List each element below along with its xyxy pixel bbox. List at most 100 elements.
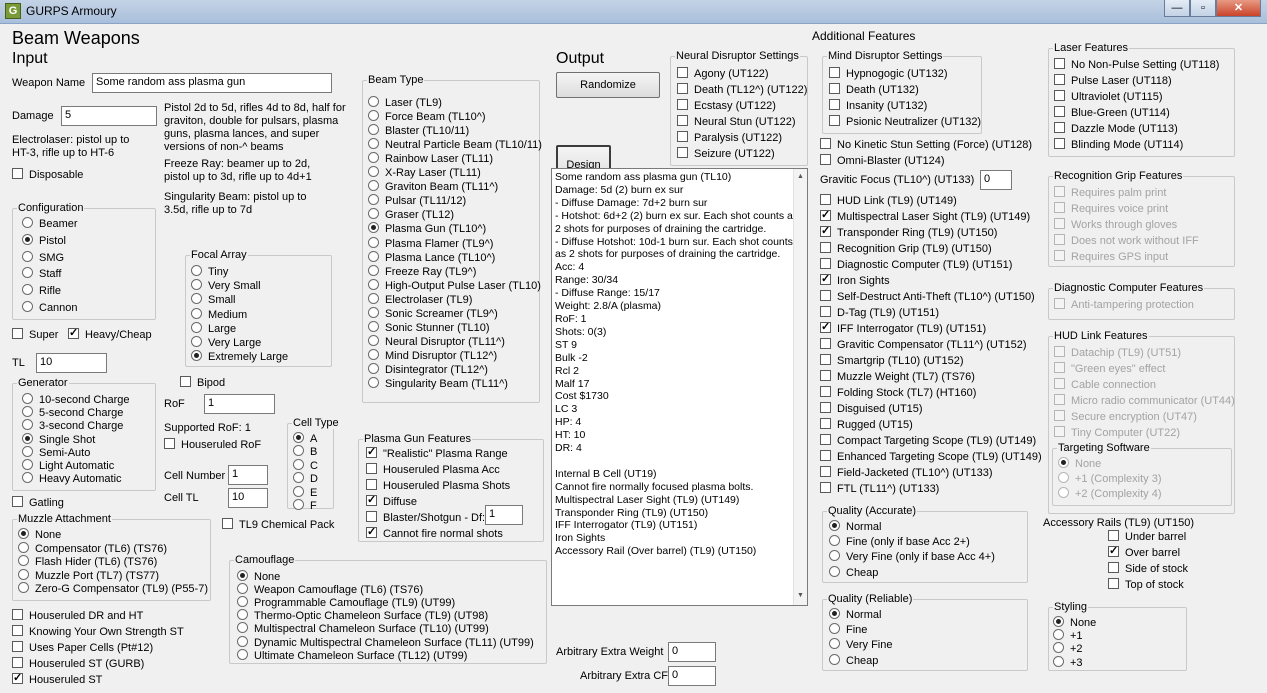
beamtype-option-disintegrator-tl12[interactable]: Disintegrator (TL12^) (368, 362, 488, 377)
neural-agony-ut122-checkbox[interactable]: Agony (UT122) (677, 67, 769, 81)
laser-blinding-mode-ut114-checkbox[interactable]: Blinding Mode (UT114) (1054, 138, 1183, 152)
celltype-option-d[interactable]: D (293, 472, 318, 486)
generator-option-single-shot[interactable]: Single Shot (22, 432, 95, 447)
camo-option-programmable-camouflage-tl9-ut99[interactable]: Programmable Camouflage (TL9) (UT99) (237, 596, 455, 610)
radio-dot[interactable] (368, 320, 379, 332)
folding-stock-tl7-ht160-checkbox[interactable]: Folding Stock (TL7) (HT160) (820, 386, 976, 400)
quality_rel-option-fine[interactable]: Fine (829, 623, 867, 637)
checkbox-box[interactable] (1054, 378, 1065, 389)
radio-dot[interactable] (368, 166, 379, 178)
checkbox-box[interactable] (820, 450, 831, 461)
checkbox-box[interactable] (1054, 122, 1065, 133)
checkbox-box[interactable] (1054, 138, 1065, 149)
rugged-ut15-checkbox[interactable]: Rugged (UT15) (820, 418, 913, 432)
beamtype-option-electrolaser-tl9[interactable]: Electrolaser (TL9) (368, 292, 472, 307)
radio-dot[interactable] (18, 568, 29, 580)
houseruled-st-gurb-checkbox[interactable]: Houseruled ST (GURB) (12, 657, 144, 671)
beamtype-option-freeze-ray-tl9[interactable]: Freeze Ray (TL9^) (368, 264, 476, 279)
radio-dot[interactable] (368, 306, 379, 318)
checkbox-box[interactable] (1054, 410, 1065, 421)
bipod-checkbox[interactable]: Bipod (180, 376, 225, 390)
plasma-realistic-plasma-range-checkbox[interactable]: "Realistic" Plasma Range (366, 445, 508, 461)
radio-dot[interactable] (368, 377, 379, 388)
beamtype-option-blaster-tl10-11[interactable]: Blaster (TL10/11) (368, 124, 469, 138)
focal-option-tiny[interactable]: Tiny (191, 265, 228, 279)
cell-number-input[interactable]: 1 (228, 465, 268, 485)
radio-dot[interactable] (22, 406, 33, 418)
quality_acc-option-very-fine-only-if-base-acc-4[interactable]: Very Fine (only if base Acc 4+) (829, 550, 995, 564)
neural-seizure-ut122-checkbox[interactable]: Seizure (UT122) (677, 147, 775, 161)
tl9-chemical-pack-checkbox[interactable]: TL9 Chemical Pack (222, 518, 334, 532)
ftl-tl11-ut133-checkbox[interactable]: FTL (TL11^) (UT133) (820, 482, 939, 496)
scroll-up-icon[interactable]: ▲ (797, 171, 804, 184)
rail-top-of-stock-checkbox[interactable]: Top of stock (1108, 578, 1184, 592)
radio-dot[interactable] (368, 110, 379, 122)
radio-dot[interactable] (368, 138, 379, 150)
self-destruct-anti-theft-tl10-ut150-checkbox[interactable]: Self-Destruct Anti-Theft (TL10^) (UT150) (820, 290, 1035, 304)
radio-dot[interactable] (18, 555, 29, 567)
muzzle-option-flash-hider-tl6-ts76[interactable]: Flash Hider (TL6) (TS76) (18, 555, 157, 569)
radio-dot[interactable] (1053, 655, 1064, 667)
radio-dot[interactable] (368, 96, 379, 107)
checkbox-box[interactable] (820, 258, 831, 269)
generator-option-10-second-charge[interactable]: 10-second Charge (22, 393, 130, 407)
focal-option-very-small[interactable]: Very Small (191, 279, 261, 293)
checkbox-box[interactable] (829, 99, 840, 110)
beamtype-option-rainbow-laser-tl11[interactable]: Rainbow Laser (TL11) (368, 152, 493, 166)
radio-dot[interactable] (191, 307, 202, 319)
focal-option-medium[interactable]: Medium (191, 307, 247, 322)
camo-option-weapon-camouflage-tl6-ts76[interactable]: Weapon Camouflage (TL6) (TS76) (237, 583, 423, 597)
checkbox-box[interactable] (829, 67, 840, 78)
diffuse-df-input[interactable]: 1 (485, 505, 523, 525)
radio-dot[interactable] (829, 550, 840, 562)
checkbox-box[interactable] (820, 242, 831, 253)
checkbox-box[interactable] (820, 482, 831, 493)
tl-input[interactable]: 10 (36, 353, 107, 373)
configuration-option-staff[interactable]: Staff (22, 267, 61, 281)
checkbox-box[interactable] (366, 525, 377, 539)
configuration-option-cannon[interactable]: Cannon (22, 301, 78, 315)
checkbox-box[interactable] (677, 131, 688, 142)
radio-dot[interactable] (1058, 487, 1069, 498)
focal-option-very-large[interactable]: Very Large (191, 336, 261, 350)
checkbox-box[interactable] (1054, 218, 1065, 229)
radio-dot[interactable] (368, 348, 379, 360)
recognition-grip-tl9-ut150-checkbox[interactable]: Recognition Grip (TL9) (UT150) (820, 242, 992, 256)
neural-ecstasy-ut122-checkbox[interactable]: Ecstasy (UT122) (677, 99, 776, 113)
rail-over-barrel-checkbox[interactable]: Over barrel (1108, 544, 1180, 560)
celltype-option-a[interactable]: A (293, 432, 317, 446)
plasma-cannot-fire-normal-shots-checkbox[interactable]: Cannot fire normal shots (366, 525, 503, 541)
camo-option-dynamic-multispectral-chameleon-surface-[interactable]: Dynamic Multispectral Chameleon Surface … (237, 635, 534, 650)
radio-dot[interactable] (1058, 472, 1069, 483)
disguised-ut15-checkbox[interactable]: Disguised (UT15) (820, 402, 923, 416)
configuration-option-smg[interactable]: SMG (22, 250, 64, 265)
styling-option-2[interactable]: +2 (1053, 642, 1083, 656)
multispectral-laser-sight-tl9-ut149-checkbox[interactable]: Multispectral Laser Sight (TL9) (UT149) (820, 208, 1030, 224)
checkbox-box[interactable] (820, 338, 831, 349)
quality_rel-option-very-fine[interactable]: Very Fine (829, 638, 892, 652)
checkbox-box[interactable] (222, 518, 233, 529)
beamtype-option-singularity-beam-tl11[interactable]: Singularity Beam (TL11^) (368, 377, 508, 391)
checkbox-box[interactable] (820, 370, 831, 381)
super-checkbox[interactable]: Super (12, 328, 58, 342)
radio-dot[interactable] (368, 278, 379, 290)
checkbox-box[interactable] (677, 99, 688, 110)
checkbox-box[interactable] (12, 625, 23, 636)
checkbox-box[interactable] (820, 320, 831, 334)
field-jacketed-tl10-ut133-checkbox[interactable]: Field-Jacketed (TL10^) (UT133) (820, 466, 993, 480)
radio-dot[interactable] (191, 293, 202, 305)
radio-dot[interactable] (368, 124, 379, 136)
laser-pulse-laser-ut118-checkbox[interactable]: Pulse Laser (UT118) (1054, 74, 1172, 88)
checkbox-box[interactable] (68, 326, 79, 340)
radio-dot[interactable] (237, 583, 248, 595)
checkbox-box[interactable] (366, 479, 377, 490)
radio-dot[interactable] (368, 362, 379, 374)
laser-blue-green-ut114-checkbox[interactable]: Blue-Green (UT114) (1054, 106, 1170, 120)
output-text-area[interactable]: Some random ass plasma gun (TL10) Damage:… (551, 168, 808, 606)
iff-interrogator-tl9-ut151-checkbox[interactable]: IFF Interrogator (TL9) (UT151) (820, 320, 986, 336)
knowing-your-own-strength-st-checkbox[interactable]: Knowing Your Own Strength ST (12, 625, 184, 639)
rail-side-of-stock-checkbox[interactable]: Side of stock (1108, 562, 1188, 576)
plasma-houseruled-plasma-shots-checkbox[interactable]: Houseruled Plasma Shots (366, 479, 510, 493)
radio-dot[interactable] (368, 334, 379, 346)
laser-ultraviolet-ut115-checkbox[interactable]: Ultraviolet (UT115) (1054, 90, 1163, 104)
